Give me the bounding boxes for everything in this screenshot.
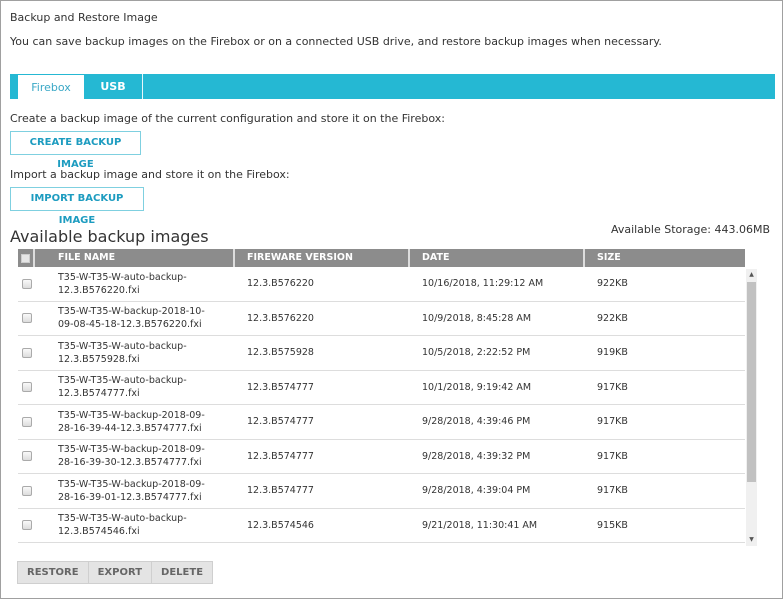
date-cell: 9/28/2018, 4:39:46 PM [422,416,531,428]
page-description: You can save backup images on the Firebo… [10,35,662,48]
export-button[interactable]: EXPORT [87,561,153,584]
available-storage: Available Storage: 443.06MB [610,223,770,236]
size-cell: 917KB [597,485,628,497]
row-checkbox[interactable] [21,416,32,427]
column-size[interactable]: SIZE [585,249,745,267]
row-checkbox[interactable] [21,520,32,531]
scrollbar-thumb[interactable] [747,282,756,482]
date-cell: 10/1/2018, 9:19:42 AM [422,381,532,393]
version-cell: 12.3.B576220 [247,278,314,290]
table-row[interactable]: T35-W-T35-W-backup-2018-09- 28-16-39-30-1… [18,440,745,474]
version-cell: 12.3.B574777 [247,450,314,462]
date-cell: 10/9/2018, 8:45:28 AM [422,312,532,324]
row-checkbox-cell[interactable] [18,313,35,324]
create-backup-button[interactable]: CREATE BACKUP IMAGE [10,131,141,170]
table-row[interactable]: T35-W-T35-W-backup-2018-09- 28-16-39-44-1… [18,405,745,440]
row-checkbox-cell[interactable] [18,347,35,358]
scroll-up-icon[interactable]: ▲ [746,269,757,281]
table-row[interactable]: T35-W-T35-W-auto-backup- 12.3.B576220.fxi… [18,267,745,302]
file-name-cell: T35-W-T35-W-backup-2018-09- 28-16-39-30-1… [58,444,205,469]
column-date[interactable]: DATE [410,249,585,267]
page-title: Backup and Restore Image [10,11,158,24]
import-backup-label: Import a backup image and store it on th… [10,168,290,181]
column-file-name[interactable]: FILE NAME [35,249,235,267]
scroll-down-icon[interactable]: ▼ [746,534,757,546]
file-name-cell: T35-W-T35-W-backup-2018-09- 28-16-39-01-1… [58,478,205,503]
row-checkbox[interactable] [21,278,32,289]
row-checkbox[interactable] [21,485,32,496]
import-backup-button[interactable]: IMPORT BACKUP IMAGE [10,187,144,226]
version-cell: 12.3.B574546 [247,519,314,531]
version-cell: 12.3.B576220 [247,312,314,324]
table-row[interactable]: T35-W-T35-W-auto-backup- 12.3.B574777.fxi… [18,371,745,405]
row-checkbox-cell[interactable] [18,520,35,531]
table-row[interactable]: T35-W-T35-W-backup-2018-10- 09-08-45-18-1… [18,302,745,336]
scrollbar[interactable]: ▲ ▼ [746,269,757,546]
version-cell: 12.3.B575928 [247,347,314,359]
file-name-cell: T35-W-T35-W-backup-2018-10- 09-08-45-18-1… [58,306,205,331]
size-cell: 917KB [597,381,628,393]
file-name-cell: T35-W-T35-W-auto-backup- 12.3.B574777.fxi [58,375,187,400]
size-cell: 919KB [597,347,628,359]
file-name-cell: T35-W-T35-W-auto-backup- 12.3.B576220.fxi [58,271,187,296]
version-cell: 12.3.B574777 [247,381,314,393]
date-cell: 9/28/2018, 4:39:04 PM [422,485,531,497]
file-name-cell: T35-W-T35-W-auto-backup- 12.3.B575928.fxi [58,340,187,365]
version-cell: 12.3.B574777 [247,416,314,428]
date-cell: 10/5/2018, 2:22:52 PM [422,347,531,359]
row-checkbox[interactable] [21,347,32,358]
size-cell: 917KB [597,450,628,462]
table-row[interactable]: T35-W-T35-W-backup-2018-09- 28-16-39-01-1… [18,474,745,509]
file-name-cell: T35-W-T35-W-backup-2018-09- 28-16-39-44-1… [58,409,205,434]
date-cell: 9/28/2018, 4:39:32 PM [422,450,531,462]
table-row[interactable]: T35-W-T35-W-auto-backup- 12.3.B575928.fxi… [18,336,745,371]
tab-bar: Firebox USB [10,74,775,99]
row-checkbox[interactable] [21,451,32,462]
size-cell: 917KB [597,416,628,428]
select-all-checkbox[interactable] [18,249,35,267]
restore-button[interactable]: RESTORE [17,561,89,584]
delete-button[interactable]: DELETE [151,561,214,584]
date-cell: 9/21/2018, 11:30:41 AM [422,519,538,531]
backup-restore-panel: Backup and Restore Image You can save ba… [0,0,783,599]
row-checkbox-cell[interactable] [18,278,35,289]
tab-firebox[interactable]: Firebox [18,75,84,99]
size-cell: 922KB [597,312,628,324]
size-cell: 915KB [597,519,628,531]
create-backup-label: Create a backup image of the current con… [10,112,445,125]
row-checkbox-cell[interactable] [18,416,35,427]
tab-usb[interactable]: USB [84,74,143,99]
row-checkbox-cell[interactable] [18,485,35,496]
table-body: T35-W-T35-W-auto-backup- 12.3.B576220.fxi… [18,267,745,544]
backup-table: FILE NAME FIREWARE VERSION DATE SIZE T35… [18,249,758,546]
section-title: Available backup images [10,227,209,246]
row-checkbox[interactable] [21,382,32,393]
action-buttons: RESTORE EXPORT DELETE [17,561,214,584]
table-row[interactable]: T35-W-T35-W-auto-backup- 12.3.B574546.fxi… [18,509,745,543]
table-header: FILE NAME FIREWARE VERSION DATE SIZE [18,249,745,267]
size-cell: 922KB [597,278,628,290]
row-checkbox-cell[interactable] [18,382,35,393]
column-fireware-version[interactable]: FIREWARE VERSION [235,249,410,267]
date-cell: 10/16/2018, 11:29:12 AM [422,278,544,290]
version-cell: 12.3.B574777 [247,485,314,497]
row-checkbox-cell[interactable] [18,451,35,462]
row-checkbox[interactable] [21,313,32,324]
file-name-cell: T35-W-T35-W-auto-backup- 12.3.B574546.fxi [58,513,187,538]
